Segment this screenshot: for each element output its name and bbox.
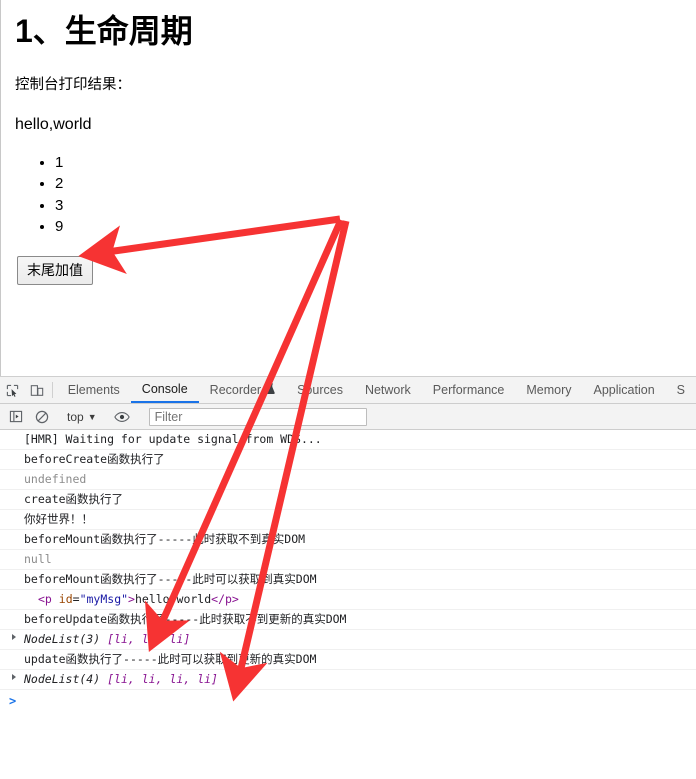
- html-attr-equals: =: [72, 592, 80, 606]
- console-sidebar-icon[interactable]: [3, 410, 29, 423]
- tab-elements[interactable]: Elements: [57, 377, 131, 403]
- list-item: 3: [55, 195, 688, 216]
- nodelist-item: li: [114, 632, 128, 646]
- tab-label: Memory: [526, 383, 572, 397]
- tab-label: Console: [141, 382, 188, 396]
- console-log-list: [HMR] Waiting for update signal from WDS…: [0, 430, 696, 714]
- log-row[interactable]: create函数执行了: [0, 490, 696, 510]
- nodelist-item: li: [141, 632, 156, 646]
- tab-label: Performance: [432, 383, 505, 397]
- message-paragraph: hello,world: [15, 116, 92, 134]
- browser-page-viewport: 1、生命周期 控制台打印结果： hello,world 1 2 3 9 末尾加值: [0, 0, 696, 376]
- list-item: 1: [55, 152, 688, 173]
- tab-recorder[interactable]: Recorder: [199, 377, 286, 403]
- log-row[interactable]: beforeUpdate函数执行了-----此时获取不到更新的真实DOM: [0, 610, 696, 630]
- nodelist-item: li: [169, 672, 184, 686]
- tab-network[interactable]: Network: [354, 377, 422, 403]
- tab-security-truncated[interactable]: S: [666, 377, 696, 403]
- tab-label: Application: [593, 383, 655, 397]
- log-row[interactable]: beforeMount函数执行了-----此时可以获取到真实DOM: [0, 570, 696, 590]
- nodelist-name: NodeList(3): [24, 632, 101, 646]
- tab-application[interactable]: Application: [583, 377, 666, 403]
- list-item: 9: [55, 216, 688, 237]
- html-attr-name: id: [58, 592, 73, 606]
- nodelist-name: NodeList(4): [24, 672, 101, 686]
- log-row[interactable]: update函数执行了-----此时可以获取到更新的真实DOM: [0, 650, 696, 670]
- clear-console-icon[interactable]: [29, 410, 55, 424]
- append-value-button[interactable]: 末尾加值: [17, 256, 93, 286]
- tab-sources[interactable]: Sources: [286, 377, 354, 403]
- filter-input[interactable]: [148, 407, 367, 426]
- nodelist-open: [: [100, 672, 115, 686]
- disclosure-triangle-icon[interactable]: [12, 674, 16, 680]
- context-label: top: [67, 409, 84, 424]
- console-result-label: 控制台打印结果：: [15, 76, 131, 93]
- experiment-flask-icon: [266, 382, 275, 398]
- log-row[interactable]: 你好世界！！: [0, 510, 696, 530]
- chevron-down-icon: ▼: [87, 411, 97, 422]
- execution-context-dropdown[interactable]: top ▼: [63, 410, 101, 424]
- html-inner-text: hello,world: [134, 592, 212, 606]
- page-title: 1、生命周期: [15, 13, 193, 49]
- devtools-panel: Elements Console Recorder Sources Networ…: [0, 376, 696, 779]
- html-close-tag: </p>: [211, 592, 239, 606]
- nodelist-close: ]: [211, 672, 218, 686]
- tab-label: Sources: [297, 383, 343, 397]
- html-open-tag: <p: [38, 592, 59, 606]
- console-toolbar: top ▼: [0, 404, 696, 430]
- list-item: 2: [55, 173, 688, 194]
- tab-label: Recorder: [209, 383, 262, 397]
- nodelist-item: li: [169, 632, 184, 646]
- tab-console[interactable]: Console: [130, 377, 199, 403]
- log-row[interactable]: null: [0, 550, 696, 570]
- log-row[interactable]: beforeMount函数执行了-----此时获取不到真实DOM: [0, 530, 696, 550]
- tab-performance[interactable]: Performance: [422, 377, 516, 403]
- devtools-tabbar: Elements Console Recorder Sources Networ…: [0, 377, 696, 404]
- log-row[interactable]: undefined: [0, 470, 696, 490]
- nodelist-item: li: [141, 672, 156, 686]
- tab-label: S: [676, 383, 686, 397]
- live-expression-eye-icon[interactable]: [109, 411, 135, 423]
- html-attr-value: "myMsg": [79, 592, 129, 606]
- nodelist-item: li: [197, 672, 212, 686]
- log-row-html-element[interactable]: <p id="myMsg">hello,world</p>: [0, 590, 696, 610]
- number-list: 1 2 3 9: [9, 152, 688, 237]
- console-prompt-row[interactable]: >: [0, 690, 696, 714]
- tab-label: Network: [364, 383, 411, 397]
- log-row[interactable]: [HMR] Waiting for update signal from WDS…: [0, 430, 696, 450]
- disclosure-triangle-icon[interactable]: [12, 634, 16, 640]
- log-row[interactable]: beforeCreate函数执行了: [0, 450, 696, 470]
- tab-label: Elements: [67, 383, 120, 397]
- inspect-element-icon[interactable]: [0, 377, 24, 403]
- toolbar-divider: [51, 382, 53, 398]
- nodelist-open: [: [100, 632, 115, 646]
- nodelist-close: ]: [183, 632, 191, 646]
- tab-memory[interactable]: Memory: [515, 377, 582, 403]
- device-toolbar-icon[interactable]: [24, 377, 48, 403]
- prompt-chevron-icon: >: [9, 694, 17, 708]
- nodelist-item: li: [114, 672, 128, 686]
- log-row-nodelist[interactable]: NodeList(3) [li, li, li]: [0, 630, 696, 650]
- log-row-nodelist[interactable]: NodeList(4) [li, li, li, li]: [0, 670, 696, 690]
- html-gt: >: [128, 592, 135, 606]
